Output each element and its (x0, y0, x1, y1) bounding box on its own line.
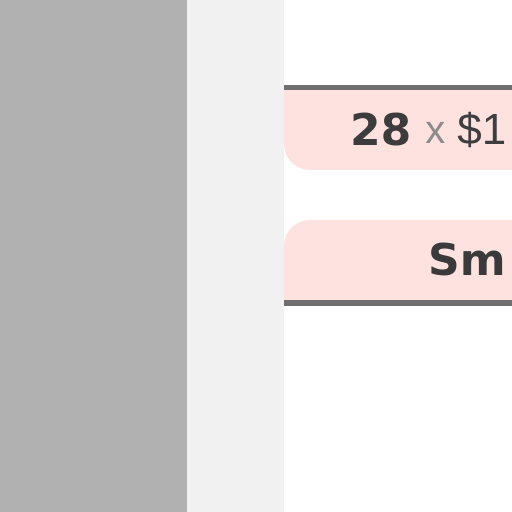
gutter (187, 0, 284, 512)
left-panel (0, 0, 187, 512)
bottom-divider (284, 300, 512, 306)
quantity-price-row[interactable]: 28 x $1 (284, 90, 512, 170)
unit-price: $1 (457, 105, 507, 154)
times-symbol: x (425, 107, 446, 152)
item-label-row[interactable]: Sm (284, 220, 512, 300)
quantity-value: 28 (350, 104, 412, 156)
item-label: Sm (428, 234, 506, 286)
screen: 28 x $1 Sm (0, 0, 512, 512)
